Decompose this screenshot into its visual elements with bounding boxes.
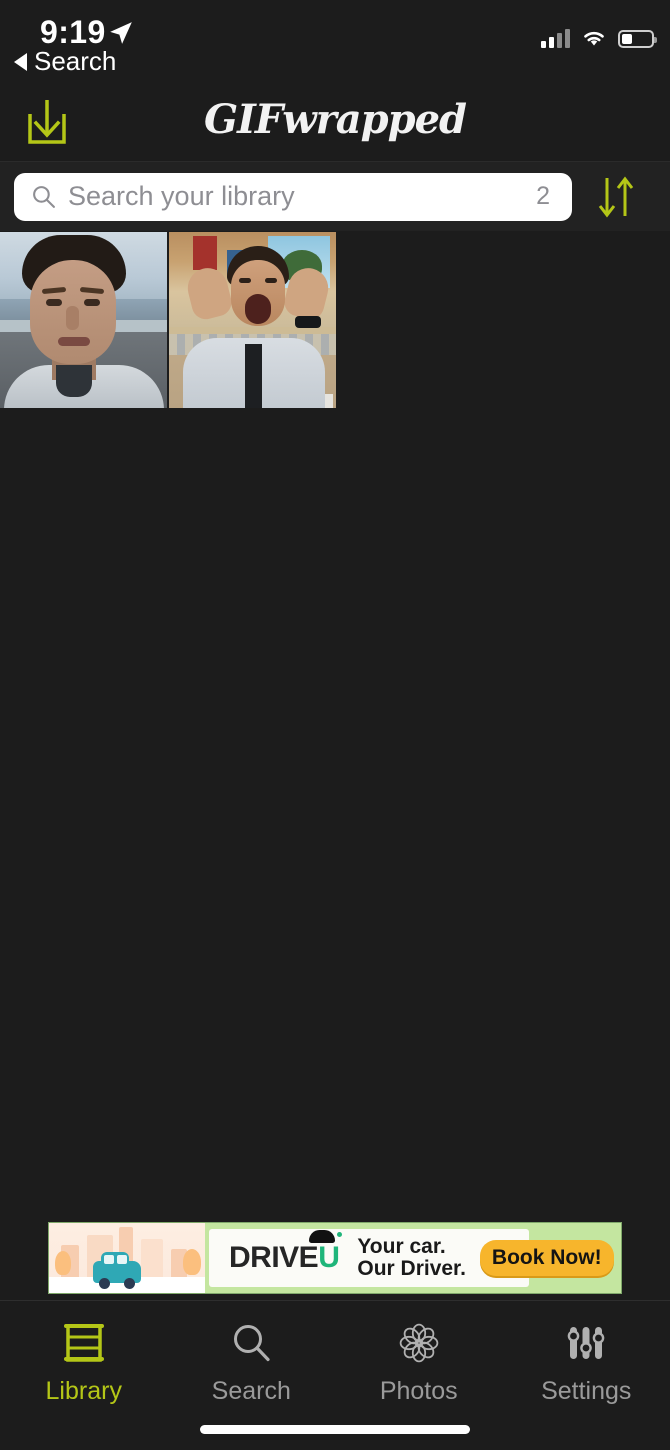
search-placeholder: Search your library (68, 181, 295, 211)
tab-settings[interactable]: Settings (503, 1301, 670, 1450)
tab-label: Settings (541, 1377, 632, 1405)
wifi-icon (584, 32, 604, 46)
app-screen: 9:19 Search GIFwrapped Search your libra… (0, 0, 670, 1450)
tab-label: Photos (379, 1377, 458, 1405)
ad-brand-text: DRIVE (229, 1241, 319, 1274)
bookshelf-icon (62, 1319, 106, 1367)
flower-rosette-icon (396, 1319, 442, 1367)
search-result-count: 2 (536, 182, 550, 210)
back-caret-icon (14, 52, 27, 71)
page-title: GIFwrapped (203, 96, 467, 143)
home-indicator[interactable] (200, 1425, 470, 1434)
ad-cta-button[interactable]: Book Now! (479, 1240, 614, 1276)
tab-library[interactable]: Library (0, 1301, 168, 1450)
tab-label: Search (211, 1377, 291, 1405)
ad-tagline: Your car. Our Driver. (357, 1234, 466, 1280)
magnifier-icon (229, 1319, 273, 1367)
ad-tagline-line1: Your car. (357, 1234, 446, 1258)
sort-arrows-icon[interactable] (594, 174, 638, 220)
location-arrow-icon (110, 22, 132, 44)
list-item[interactable] (169, 232, 336, 408)
ad-brand-accent: U (318, 1241, 340, 1274)
cellular-signal-icon (541, 28, 570, 48)
magnifier-icon (33, 186, 55, 208)
car-icon (93, 1252, 141, 1289)
list-item[interactable] (0, 232, 167, 408)
search-input[interactable]: Search your library 2 (14, 172, 572, 221)
search-bar-container: Search your library 2 (0, 161, 670, 231)
status-indicators (541, 28, 657, 48)
ad-illustration (49, 1223, 205, 1293)
ad-banner[interactable]: DRIVEU Your car. Our Driver. Book Now! (48, 1222, 622, 1294)
navigation-bar: GIFwrapped (0, 82, 670, 160)
back-label: Search (34, 46, 117, 76)
ad-tagline-line2: Our Driver. (357, 1257, 466, 1280)
library-grid (0, 232, 670, 408)
back-button[interactable]: Search (14, 46, 116, 77)
sliders-icon (564, 1319, 608, 1367)
ad-content: DRIVEU Your car. Our Driver. Book Now! (205, 1223, 621, 1293)
battery-icon (618, 30, 657, 48)
tab-label: Library (45, 1377, 122, 1405)
ad-brand: DRIVEU (229, 1241, 340, 1275)
